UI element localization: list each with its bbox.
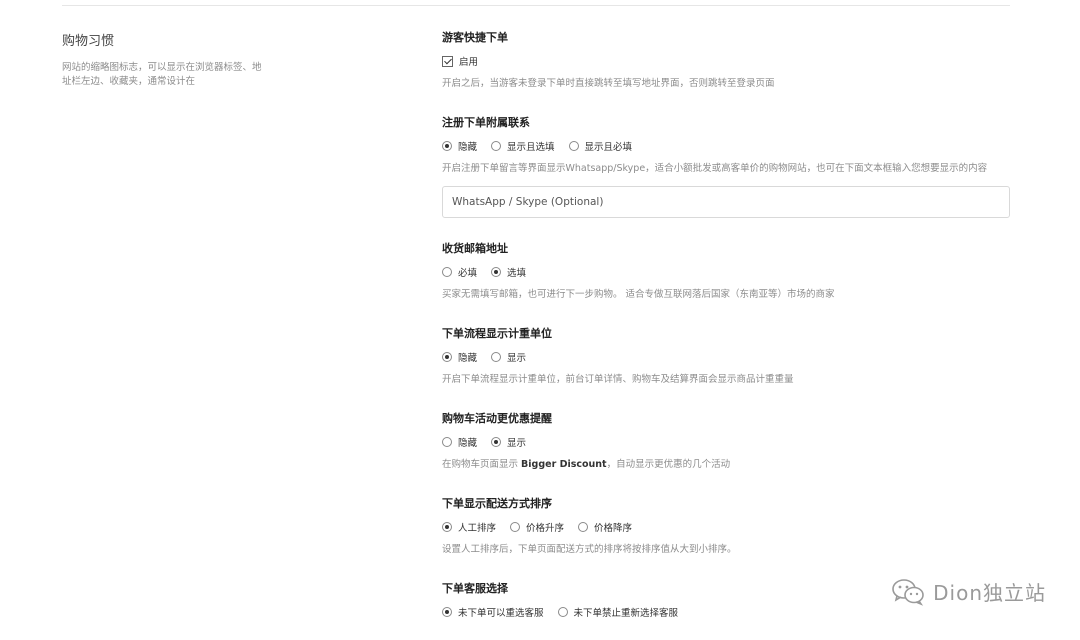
enable-checkbox-option[interactable]: 启用 [442,54,478,68]
option-label: 价格升序 [526,523,565,534]
setting-help: 开启之后，当游客未登录下单时直接跳转至填写地址界面，否则跳转至登录页面 [442,78,775,89]
option-label: 选填 [507,268,527,279]
radio-option-hide[interactable]: 隐藏 [442,350,477,364]
help-text-suffix: ，自动显示更优惠的几个活动 [606,459,731,470]
option-label: 人工排序 [458,523,497,534]
radio-option-show[interactable]: 显示 [491,350,526,364]
setting-title: 下单流程显示计重单位 [442,327,552,340]
setting-title: 购物车活动更优惠提醒 [442,412,552,425]
radio[interactable] [578,522,589,532]
radio[interactable] [491,352,502,362]
option-label: 必填 [458,268,478,279]
radio[interactable] [491,437,502,447]
setting-guest-quick-order: 游客快捷下单 启用 开启之后，当游客未登录下单时直接跳转至填写地址界面，否则跳转… [442,31,1012,91]
setting-help: 买家无需填写邮箱，也可进行下一步购物。 适合专做互联网落后国家（东南亚等）市场的… [442,289,835,300]
setting-cart-discount-reminder: 购物车活动更优惠提醒 隐藏 显示 在购物车页面显示 Bigger Discoun… [442,412,1012,472]
radio[interactable] [491,267,502,277]
radio[interactable] [442,141,452,151]
radio[interactable] [510,522,521,532]
radio[interactable] [557,607,568,617]
radio-option-hide[interactable]: 隐藏 [442,139,477,153]
option-label: 未下单可以重选客服 [458,608,544,619]
wechat-icon [892,578,924,606]
setting-shipping-email: 收货邮箱地址 必填 选填 买家无需填写邮箱，也可进行下一步购物。 适合专做互联网… [442,242,1012,302]
radio[interactable] [442,352,452,362]
option-label: 隐藏 [458,142,478,153]
option-label: 显示且必填 [584,142,633,153]
radio[interactable] [568,141,579,151]
contact-text-input[interactable] [442,186,1010,218]
help-text-prefix: 在购物车页面显示 [442,459,522,470]
setting-title: 游客快捷下单 [442,31,508,44]
radio-option-allow-reselect[interactable]: 未下单可以重选客服 [442,605,544,619]
section-header: 购物习惯 网站的缩略图标志，可以显示在浏览器标签、地址栏左边、收藏夹，通常设计在 [62,30,282,89]
setting-weight-unit: 下单流程显示计重单位 隐藏 显示 开启下单流程显示计重单位，前台订单详情、购物车… [442,327,1012,387]
checkbox[interactable] [442,55,453,67]
option-label: 隐藏 [458,438,478,449]
setting-help: 开启注册下单留言等界面显示Whatsapp/Skype，适合小额批发或高客单价的… [442,163,988,174]
option-label: 价格降序 [594,523,633,534]
option-label: 显示且选填 [507,142,555,153]
setting-help: 开启下单流程显示计重单位，前台订单详情、购物车及结算界面会显示商品计重重量 [442,374,794,385]
setting-shipping-sort: 下单显示配送方式排序 人工排序 价格升序 价格降序 设置人工排序后，下单页面配送… [442,497,1012,557]
setting-help: 在购物车页面显示 Bigger Discount，自动显示更优惠的几个活动 [442,458,1012,472]
radio-option-show-required[interactable]: 显示且必填 [568,139,633,153]
setting-title: 收货邮箱地址 [442,242,508,255]
watermark-text: Dion独立站 [933,581,1046,605]
radio-option-manual-sort[interactable]: 人工排序 [442,520,496,534]
option-label: 未下单禁止重新选择客服 [573,608,679,619]
radio-option-show-optional[interactable]: 显示且选填 [491,139,555,153]
radio-option-forbid-reselect[interactable]: 未下单禁止重新选择客服 [557,605,679,619]
help-text-bold: Bigger Discount [521,459,607,470]
radio-option-show[interactable]: 显示 [491,435,526,449]
radio[interactable] [442,522,452,532]
option-label: 启用 [459,57,479,68]
option-label: 隐藏 [458,353,478,364]
setting-register-contact: 注册下单附属联系 隐藏 显示且选填 显示且必填 开启注册下单留言等界面显示Wha… [442,116,1012,218]
option-label: 显示 [507,353,527,364]
radio-option-required[interactable]: 必填 [442,265,477,279]
radio-option-price-asc[interactable]: 价格升序 [510,520,564,534]
option-label: 显示 [507,438,527,449]
watermark: Dion独立站 [891,577,1046,606]
setting-title: 下单显示配送方式排序 [442,497,552,510]
setting-title: 注册下单附属联系 [442,116,530,129]
radio-option-price-desc[interactable]: 价格降序 [578,520,632,534]
setting-help: 设置人工排序后，下单页面配送方式的排序将按排序值从大到小排序。 [442,544,737,555]
top-divider [62,5,1010,6]
radio[interactable] [442,607,452,617]
radio[interactable] [491,141,502,151]
radio-option-optional[interactable]: 选填 [491,265,526,279]
radio[interactable] [442,267,452,277]
radio-option-hide[interactable]: 隐藏 [442,435,477,449]
section-title: 购物习惯 [62,34,115,49]
radio[interactable] [442,437,452,447]
section-description: 网站的缩略图标志，可以显示在浏览器标签、地址栏左边、收藏夹，通常设计在 [62,62,262,87]
